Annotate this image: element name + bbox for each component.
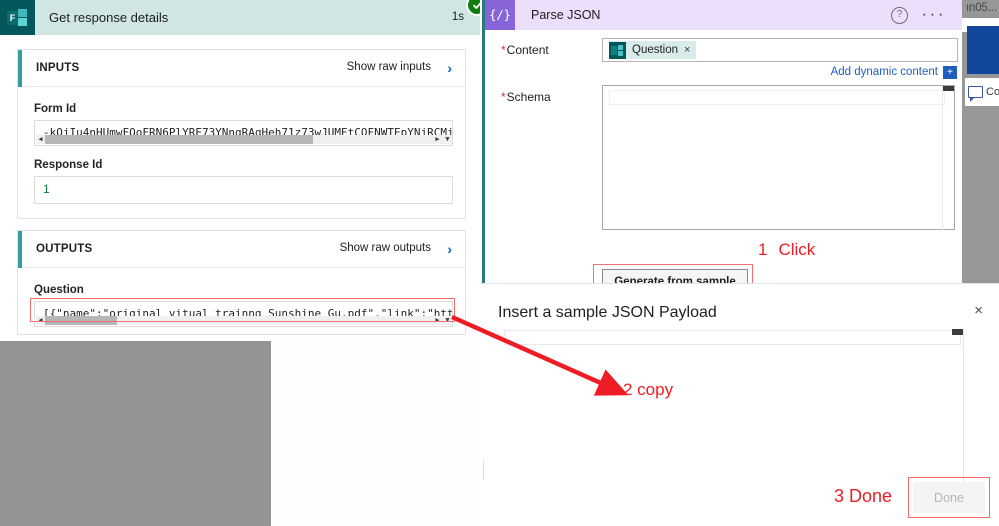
parse-json-icon-glyph: {∕} <box>489 8 511 22</box>
inputs-accent-bar <box>18 50 22 87</box>
annotation-step-1-number: 1 <box>758 240 768 259</box>
parse-json-title: Parse JSON <box>531 8 601 22</box>
microsoft-forms-icon: F <box>0 0 35 35</box>
response-id-field[interactable]: 1 <box>34 176 453 204</box>
background-right-blue-block <box>967 26 999 74</box>
scroll-resize-grip[interactable]: ▼ <box>442 316 452 325</box>
schema-resize-handle[interactable] <box>943 86 954 91</box>
question-output-field[interactable]: [{"name":"original vitual trainng_Sunshi… <box>34 301 453 327</box>
modal-vertical-divider <box>963 329 964 504</box>
parse-json-icon: {∕} <box>485 0 515 30</box>
question-label: Question <box>34 284 84 296</box>
run-duration: 1s <box>451 11 464 23</box>
parse-json-card: {∕} Parse JSON ? ··· *Content Question ×… <box>480 0 962 283</box>
add-dynamic-content-link[interactable]: Add dynamic content <box>831 66 938 78</box>
annotation-step-3: 3 Done <box>834 486 893 506</box>
content-label-text: Content <box>506 43 549 57</box>
required-asterisk: * <box>501 90 506 104</box>
form-id-label: Form Id <box>34 103 77 115</box>
scroll-thumb[interactable] <box>45 316 117 325</box>
scroll-left-icon[interactable]: ◀ <box>36 135 45 144</box>
annotation-step-1: 1 Click <box>758 240 815 260</box>
token-remove-icon[interactable]: × <box>684 44 690 56</box>
close-icon[interactable]: × <box>974 303 983 318</box>
response-id-value: 1 <box>43 182 50 196</box>
outputs-title: OUTPUTS <box>36 243 93 255</box>
schema-label-text: Schema <box>506 90 551 104</box>
background-comment-button[interactable]: Co <box>965 78 999 106</box>
outputs-accent-bar <box>18 231 22 268</box>
chevron-right-icon[interactable]: › <box>447 242 452 256</box>
generate-from-sample-button[interactable]: Generate from sample <box>602 269 748 283</box>
parse-json-header[interactable]: {∕} Parse JSON ? ··· <box>485 0 962 30</box>
outputs-panel-header: OUTPUTS Show raw outputs › <box>18 231 465 268</box>
schema-label: *Schema <box>501 90 551 104</box>
microsoft-forms-token-icon <box>609 41 626 59</box>
comment-icon <box>968 86 983 102</box>
token-label: Question <box>632 44 679 56</box>
scroll-right-icon[interactable]: ▶ <box>433 316 442 325</box>
forms-icon-letter: F <box>7 10 18 25</box>
modal-resize-handle[interactable] <box>952 329 963 335</box>
response-id-label: Response Id <box>34 159 103 171</box>
sample-json-input[interactable] <box>504 330 961 345</box>
content-input[interactable]: Question × <box>602 38 958 62</box>
show-raw-inputs-link[interactable]: Show raw inputs <box>347 61 431 73</box>
annotation-step-2: 2 copy <box>623 380 674 399</box>
add-dynamic-content-plus-icon[interactable]: + <box>943 66 957 79</box>
scroll-right-icon[interactable]: ▶ <box>433 135 442 144</box>
chevron-right-icon[interactable]: › <box>447 61 452 75</box>
show-raw-outputs-link[interactable]: Show raw outputs <box>340 242 431 254</box>
background-top-right-text: ın05... <box>966 2 997 14</box>
inputs-panel-header: INPUTS Show raw inputs › <box>18 50 465 87</box>
card-title: Get response details <box>49 10 169 25</box>
parse-json-body: *Content Question × Add dynamic content … <box>485 30 962 283</box>
help-icon[interactable]: ? <box>891 7 908 24</box>
comment-label: Co <box>986 86 999 98</box>
question-horizontal-scrollbar[interactable]: ◀ ▶ ▼ <box>36 316 452 325</box>
form-id-field[interactable]: -kOjIu4nHUmwFOoFRN6PlYRE73YNngRAqHeh71z7… <box>34 120 453 146</box>
more-options-icon[interactable]: ··· <box>922 4 946 24</box>
required-asterisk: * <box>501 43 506 57</box>
annotation-step-1-label: Click <box>778 240 816 259</box>
background-grey-panel <box>0 341 271 526</box>
modal-footer-divider <box>483 460 484 480</box>
scroll-resize-grip[interactable]: ▼ <box>442 135 452 144</box>
get-response-details-card: F Get response details 1s INPUTS Show ra… <box>0 0 482 341</box>
done-button[interactable]: Done <box>913 482 985 513</box>
screenshot-root: Co ın05... F Get response details 1s INP… <box>0 0 999 526</box>
schema-input[interactable] <box>602 85 955 230</box>
dynamic-content-token[interactable]: Question × <box>609 41 697 59</box>
outputs-panel: OUTPUTS Show raw outputs › Question [{"n… <box>17 230 466 335</box>
content-label: *Content <box>501 43 549 57</box>
schema-inner-line[interactable] <box>609 90 945 105</box>
scroll-left-icon[interactable]: ◀ <box>36 316 45 325</box>
schema-divider <box>942 86 943 230</box>
get-response-details-header[interactable]: F Get response details 1s <box>0 0 482 35</box>
inputs-panel: INPUTS Show raw inputs › Form Id -kOjIu4… <box>17 49 466 219</box>
form-id-horizontal-scrollbar[interactable]: ◀ ▶ ▼ <box>36 135 452 144</box>
modal-title: Insert a sample JSON Payload <box>498 304 717 321</box>
inputs-title: INPUTS <box>36 62 80 74</box>
scroll-thumb[interactable] <box>45 135 313 144</box>
background-white-panel <box>271 341 480 526</box>
